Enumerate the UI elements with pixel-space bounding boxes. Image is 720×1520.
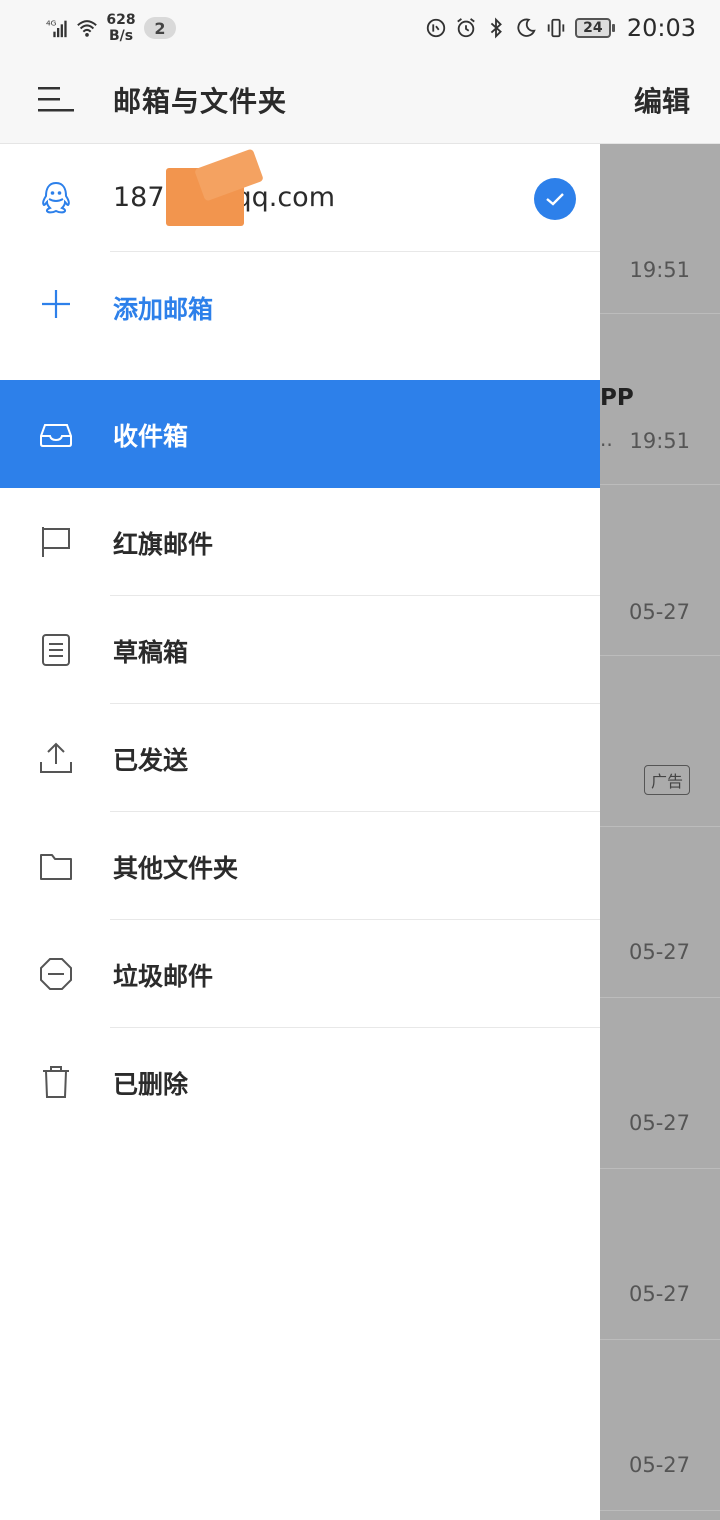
mail-preview-fragment: .. (600, 427, 613, 451)
folder-label: 垃圾邮件 (113, 962, 214, 991)
dnd-icon (426, 18, 445, 38)
mail-time: 05-27 (628, 600, 690, 624)
notification-count-badge: 2 (144, 17, 176, 39)
list-item[interactable]: 19:51 (600, 144, 720, 314)
folder-drawer: 187 84@qq.com 添加邮箱 收件箱 红旗邮件 草稿箱 已发送 其他文件… (0, 144, 600, 1520)
bluetooth-icon (490, 17, 502, 39)
page-title: 邮箱与文件夹 (113, 85, 288, 118)
mail-time: 05-27 (628, 1111, 690, 1135)
folder-item-trash[interactable]: 已删除 (0, 1028, 600, 1136)
trash-icon (43, 1066, 69, 1098)
background-mail-list[interactable]: 19:51 PP .. 19:51 05-27 广告 05-27 05-27 0… (600, 144, 720, 1520)
selected-check-icon (534, 178, 576, 220)
mail-time: 05-27 (628, 940, 690, 964)
folder-icon (40, 854, 72, 880)
plus-icon (42, 290, 70, 318)
list-item[interactable]: 05-27 (600, 1170, 720, 1340)
status-bar: 4G 628 B/s 2 24 20:03 (0, 0, 720, 56)
mail-time: 19:51 (629, 258, 690, 282)
draft-icon (42, 634, 70, 666)
list-item[interactable]: 05-27 (600, 999, 720, 1169)
mail-sender-fragment: PP (600, 385, 634, 411)
mail-time: 05-27 (628, 1453, 690, 1477)
list-item[interactable]: 05-27 (600, 486, 720, 656)
add-mailbox-label: 添加邮箱 (113, 295, 214, 324)
folder-item-other[interactable]: 其他文件夹 (0, 812, 600, 920)
folder-item-inbox[interactable]: 收件箱 (0, 380, 600, 488)
signal-icon: 4G (46, 18, 67, 38)
app-header: 邮箱与文件夹 编辑 (0, 56, 720, 144)
vibrate-icon (547, 18, 565, 38)
inbox-icon (40, 424, 72, 447)
battery-icon: 24 (574, 18, 615, 38)
folder-label: 其他文件夹 (113, 854, 239, 883)
list-item[interactable]: 广告 (600, 657, 720, 827)
mail-time: 05-27 (628, 1282, 690, 1306)
add-mailbox-button[interactable]: 添加邮箱 (0, 252, 600, 360)
edit-button[interactable]: 编辑 (634, 80, 690, 120)
folder-item-drafts[interactable]: 草稿箱 (0, 596, 600, 704)
account-item[interactable]: 187 84@qq.com (0, 144, 600, 252)
alarm-icon (457, 18, 475, 38)
spam-icon (40, 958, 72, 990)
menu-icon[interactable] (38, 83, 74, 115)
network-speed: 628 B/s (106, 12, 136, 44)
ad-badge: 广告 (643, 765, 690, 795)
folder-item-spam[interactable]: 垃圾邮件 (0, 920, 600, 1028)
folder-label: 草稿箱 (113, 638, 189, 667)
folder-label: 已发送 (113, 746, 189, 775)
list-item[interactable]: 05-27 (600, 1341, 720, 1511)
folder-label: 收件箱 (113, 422, 189, 451)
svg-text:4G: 4G (46, 18, 57, 27)
wifi-icon (77, 20, 97, 37)
mail-time: 19:51 (629, 429, 690, 453)
folder-item-sent[interactable]: 已发送 (0, 704, 600, 812)
folder-label: 已删除 (113, 1070, 189, 1099)
flag-icon (42, 527, 70, 557)
list-item[interactable]: 05-27 (600, 828, 720, 998)
qq-icon (42, 181, 70, 214)
upload-icon (40, 742, 72, 773)
list-item[interactable]: PP .. 19:51 (600, 315, 720, 485)
moon-icon (517, 18, 536, 37)
folder-label: 红旗邮件 (113, 530, 214, 559)
folder-item-flagged[interactable]: 红旗邮件 (0, 488, 600, 596)
status-time: 20:03 (626, 14, 696, 42)
